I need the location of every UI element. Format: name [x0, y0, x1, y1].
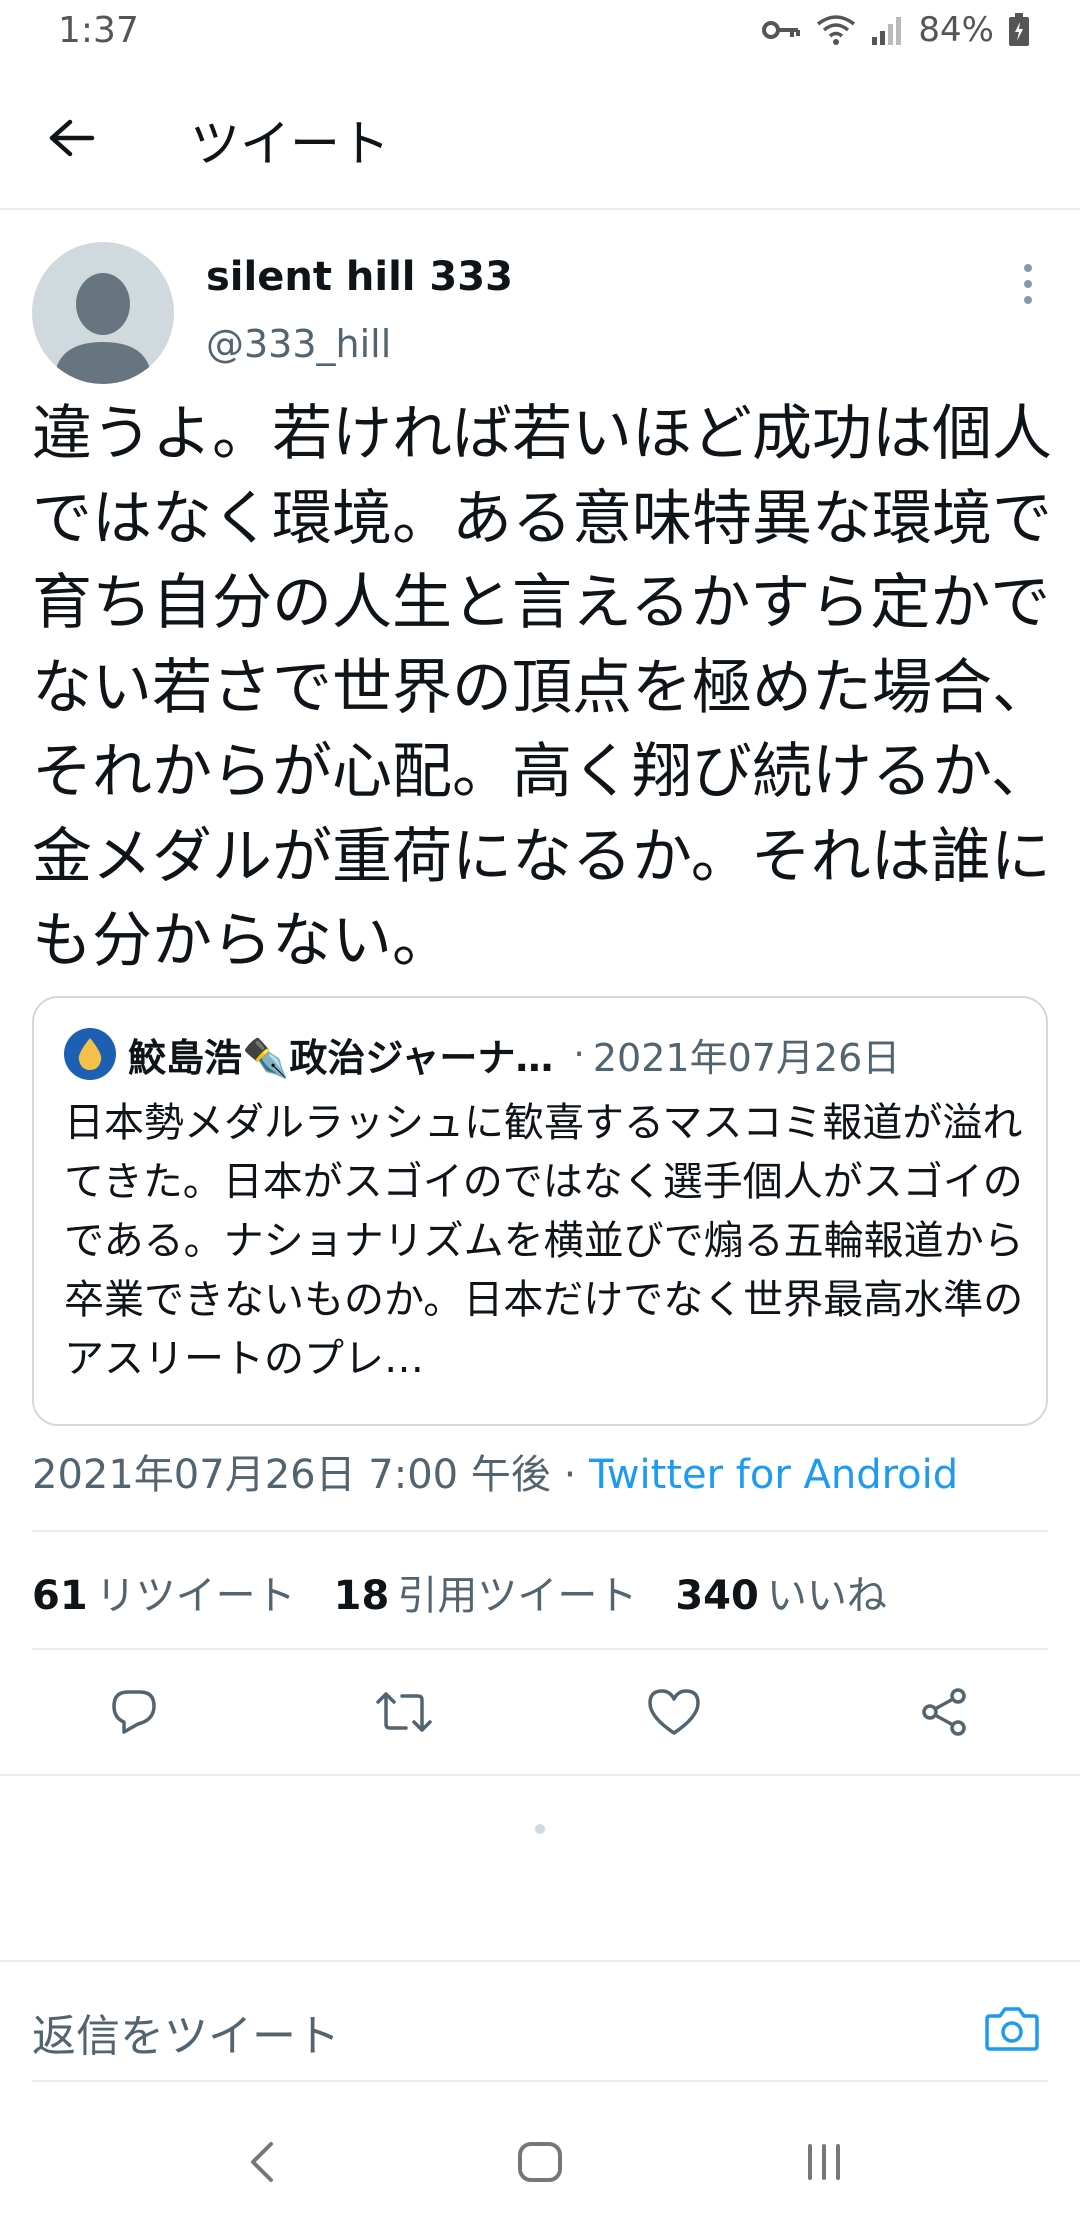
tweet-text: 違うよ。若ければ若いほど成功は個人ではなく環境。ある意味特異な環境で育ち自分の人… — [32, 399, 1052, 976]
section-divider — [0, 1774, 1080, 1776]
divider — [32, 1648, 1048, 1650]
status-icons: 84% — [762, 10, 1030, 50]
signal-icon — [870, 15, 904, 45]
like-count: 340 — [675, 1573, 759, 1619]
wifi-icon — [816, 14, 856, 46]
quote-label: 引用ツイート — [397, 1573, 638, 1619]
tweet-stats: 61 リツイート 18 引用ツイート 340 いいね — [32, 1562, 925, 1622]
retweet-count: 61 — [32, 1573, 88, 1619]
default-avatar-icon — [54, 273, 152, 384]
quoted-date: 2021年07月26日 — [592, 1035, 901, 1080]
nav-recents-icon[interactable] — [788, 2130, 860, 2194]
tweet-source-link[interactable]: Twitter for Android — [589, 1452, 958, 1498]
share-icon[interactable] — [908, 1676, 980, 1748]
quote-count: 18 — [333, 1573, 390, 1619]
back-arrow-icon[interactable] — [40, 106, 104, 170]
system-nav-bar — [0, 2100, 1080, 2220]
quote-stat[interactable]: 18 引用ツイート — [334, 1563, 638, 1621]
quoted-separator-dot: · — [573, 1033, 585, 1075]
avatar[interactable] — [32, 242, 174, 384]
like-label: いいね — [766, 1573, 887, 1619]
vpn-key-icon — [762, 17, 802, 43]
quoted-author-name: 鮫島浩✒️政治ジャーナ… — [128, 1035, 554, 1080]
reply-icon[interactable] — [98, 1676, 170, 1748]
divider — [32, 1530, 1048, 1532]
tweet-timestamp: 2021年07月26日 7:00 午後 — [32, 1452, 551, 1498]
app-bar: ツイート — [0, 66, 1080, 210]
quoted-tweet-card[interactable]: 鮫島浩✒️政治ジャーナ… · 2021年07月26日 日本勢メダルラッシュに歓喜… — [32, 996, 1048, 1426]
reply-input[interactable]: 返信をツイート — [32, 2000, 340, 2064]
water-drop-icon — [78, 1038, 102, 1070]
nav-home-icon[interactable] — [504, 2130, 576, 2194]
battery-icon — [1008, 13, 1030, 47]
status-time: 1:37 — [58, 10, 139, 51]
status-bar: 1:37 84% — [0, 0, 1080, 66]
quoted-avatar — [64, 1028, 116, 1080]
reply-bar-divider — [0, 1960, 1080, 1962]
loading-indicator — [535, 1824, 545, 1834]
meta-separator: · — [550, 1452, 590, 1498]
author-handle[interactable]: @333_hill — [206, 322, 391, 366]
tweet-meta: 2021年07月26日 7:00 午後 · Twitter for Androi… — [32, 1442, 958, 1500]
retweet-stat[interactable]: 61 リツイート — [32, 1563, 296, 1621]
tweet-actions — [0, 1652, 1080, 1772]
quoted-tweet-text: 日本勢メダルラッシュに歓喜するマスコミ報道が溢れてきた。日本がスゴイのではなく選… — [64, 1100, 1024, 1382]
quoted-tweet-header: 鮫島浩✒️政治ジャーナ… · 2021年07月26日 — [64, 1026, 1016, 1082]
battery-percent: 84% — [918, 10, 994, 50]
like-icon[interactable] — [638, 1676, 710, 1748]
retweet-label: リツイート — [95, 1573, 296, 1619]
retweet-icon[interactable] — [368, 1676, 440, 1748]
camera-icon[interactable] — [980, 1996, 1044, 2060]
page-title: ツイート — [190, 115, 390, 173]
author-name[interactable]: silent hill 333 — [206, 254, 513, 300]
nav-back-icon[interactable] — [226, 2130, 298, 2194]
divider — [32, 2080, 1048, 2082]
like-stat[interactable]: 340 いいね — [675, 1563, 887, 1621]
more-vertical-icon[interactable] — [1016, 262, 1040, 306]
